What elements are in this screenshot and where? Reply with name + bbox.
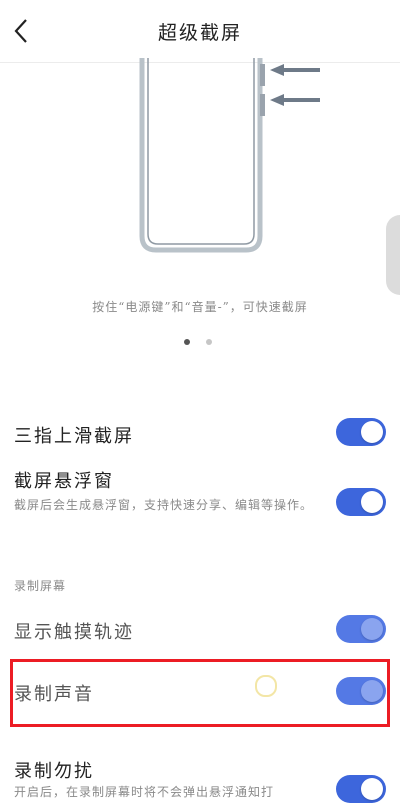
toggle-knob — [361, 491, 383, 513]
three-finger-toggle[interactable] — [336, 418, 386, 446]
top-bar: 超级截屏 — [0, 0, 400, 63]
toggle-knob — [361, 421, 383, 443]
section-label-record: 录制屏幕 — [14, 579, 67, 593]
edge-scroll-handle[interactable] — [386, 215, 400, 295]
show-touches-label: 显示触摸轨迹 — [14, 622, 134, 643]
phone-outline-icon — [139, 58, 265, 253]
toggle-knob — [361, 680, 383, 702]
tap-indicator — [255, 675, 277, 697]
floating-window-desc: 截屏后会生成悬浮窗，支持快速分享、编辑等操作。 — [14, 498, 314, 512]
floating-window-toggle[interactable] — [336, 488, 386, 516]
no-disturb-label: 录制勿扰 — [14, 761, 94, 782]
page-dot-inactive — [206, 339, 212, 345]
phone-illustration — [139, 58, 320, 253]
no-disturb-toggle[interactable] — [336, 775, 386, 803]
record-audio-label: 录制声音 — [14, 684, 94, 705]
page-indicator — [180, 339, 220, 349]
show-touches-toggle[interactable] — [336, 615, 386, 643]
floating-window-label: 截屏悬浮窗 — [14, 471, 114, 492]
three-finger-label: 三指上滑截屏 — [14, 426, 134, 447]
instruction-caption: 按住“电源键”和“音量-”，可快速截屏 — [92, 300, 308, 314]
page-dot-active — [184, 339, 190, 345]
toggle-knob — [361, 778, 383, 800]
record-audio-toggle[interactable] — [336, 677, 386, 705]
page-title: 超级截屏 — [157, 22, 242, 44]
toggle-knob — [361, 618, 383, 640]
no-disturb-desc: 开启后，在录制屏幕时将不会弹出悬浮通知打 — [14, 785, 275, 799]
arrow-left-icon — [270, 64, 320, 106]
